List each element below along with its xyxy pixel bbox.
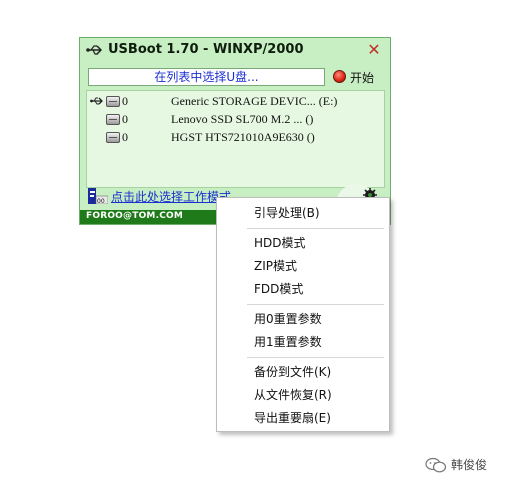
menu-item-reset-0[interactable]: 用0重置参数 xyxy=(218,308,388,330)
foroo-logo-icon: 00 xyxy=(88,188,108,204)
disk-icon xyxy=(106,132,120,143)
close-button[interactable]: ✕ xyxy=(366,42,382,58)
menu-item-backup[interactable]: 备份到文件(K) xyxy=(218,361,388,383)
start-label: 开始 xyxy=(350,71,375,85)
menu-item-zip-mode[interactable]: ZIP模式 xyxy=(218,255,388,277)
usb-icon xyxy=(86,45,103,55)
menu-separator xyxy=(247,304,384,305)
watermark-text: 韩俊俊 xyxy=(451,458,488,472)
device-number: 0 xyxy=(122,112,128,126)
usb-icon xyxy=(90,97,103,105)
menu-item-export-sector[interactable]: 导出重要扇(E) xyxy=(218,407,388,429)
menu-separator xyxy=(247,228,384,229)
usb-select-hint: 在列表中选择U盘... xyxy=(88,68,325,86)
author-email: FOROO@TOM.COM xyxy=(86,211,184,221)
select-mode-text: 点击此处选择工作模式 xyxy=(111,190,232,204)
disk-icon xyxy=(106,114,120,125)
device-row[interactable]: 0 HGST HTS721010A9E630 () xyxy=(87,129,384,147)
device-row[interactable]: 0 Lenovo SSD SL700 M.2 ... () xyxy=(87,111,384,129)
watermark: 韩俊俊 xyxy=(425,455,515,475)
title-bar[interactable]: USBoot 1.70 - WINXP/2000 ✕ xyxy=(80,38,390,63)
start-button[interactable]: 开始 xyxy=(333,67,385,87)
device-row[interactable]: 0 Generic STORAGE DEVIC... (E:) xyxy=(87,93,384,111)
menu-item-boot-process[interactable]: 引导处理(B) xyxy=(218,202,388,224)
disk-icon xyxy=(106,96,120,107)
device-name: HGST HTS721010A9E630 () xyxy=(171,130,315,144)
menu-item-fdd-mode[interactable]: FDD模式 xyxy=(218,278,388,300)
menu-item-restore[interactable]: 从文件恢复(R) xyxy=(218,384,388,406)
device-name: Generic STORAGE DEVIC... (E:) xyxy=(171,94,338,108)
menu-separator xyxy=(247,357,384,358)
red-circle-icon xyxy=(333,70,346,83)
window-title: USBoot 1.70 - WINXP/2000 xyxy=(108,42,304,57)
menu-item-hdd-mode[interactable]: HDD模式 xyxy=(218,232,388,254)
wechat-icon xyxy=(425,457,447,473)
device-number: 0 xyxy=(122,94,128,108)
device-number: 0 xyxy=(122,130,128,144)
device-list[interactable]: 0 Generic STORAGE DEVIC... (E:) 0 Lenovo… xyxy=(86,90,385,188)
context-menu: 引导处理(B) HDD模式 ZIP模式 FDD模式 用0重置参数 用1重置参数 … xyxy=(216,197,390,432)
svg-text:00: 00 xyxy=(97,198,105,204)
device-name: Lenovo SSD SL700 M.2 ... () xyxy=(171,112,314,126)
menu-item-reset-1[interactable]: 用1重置参数 xyxy=(218,331,388,353)
